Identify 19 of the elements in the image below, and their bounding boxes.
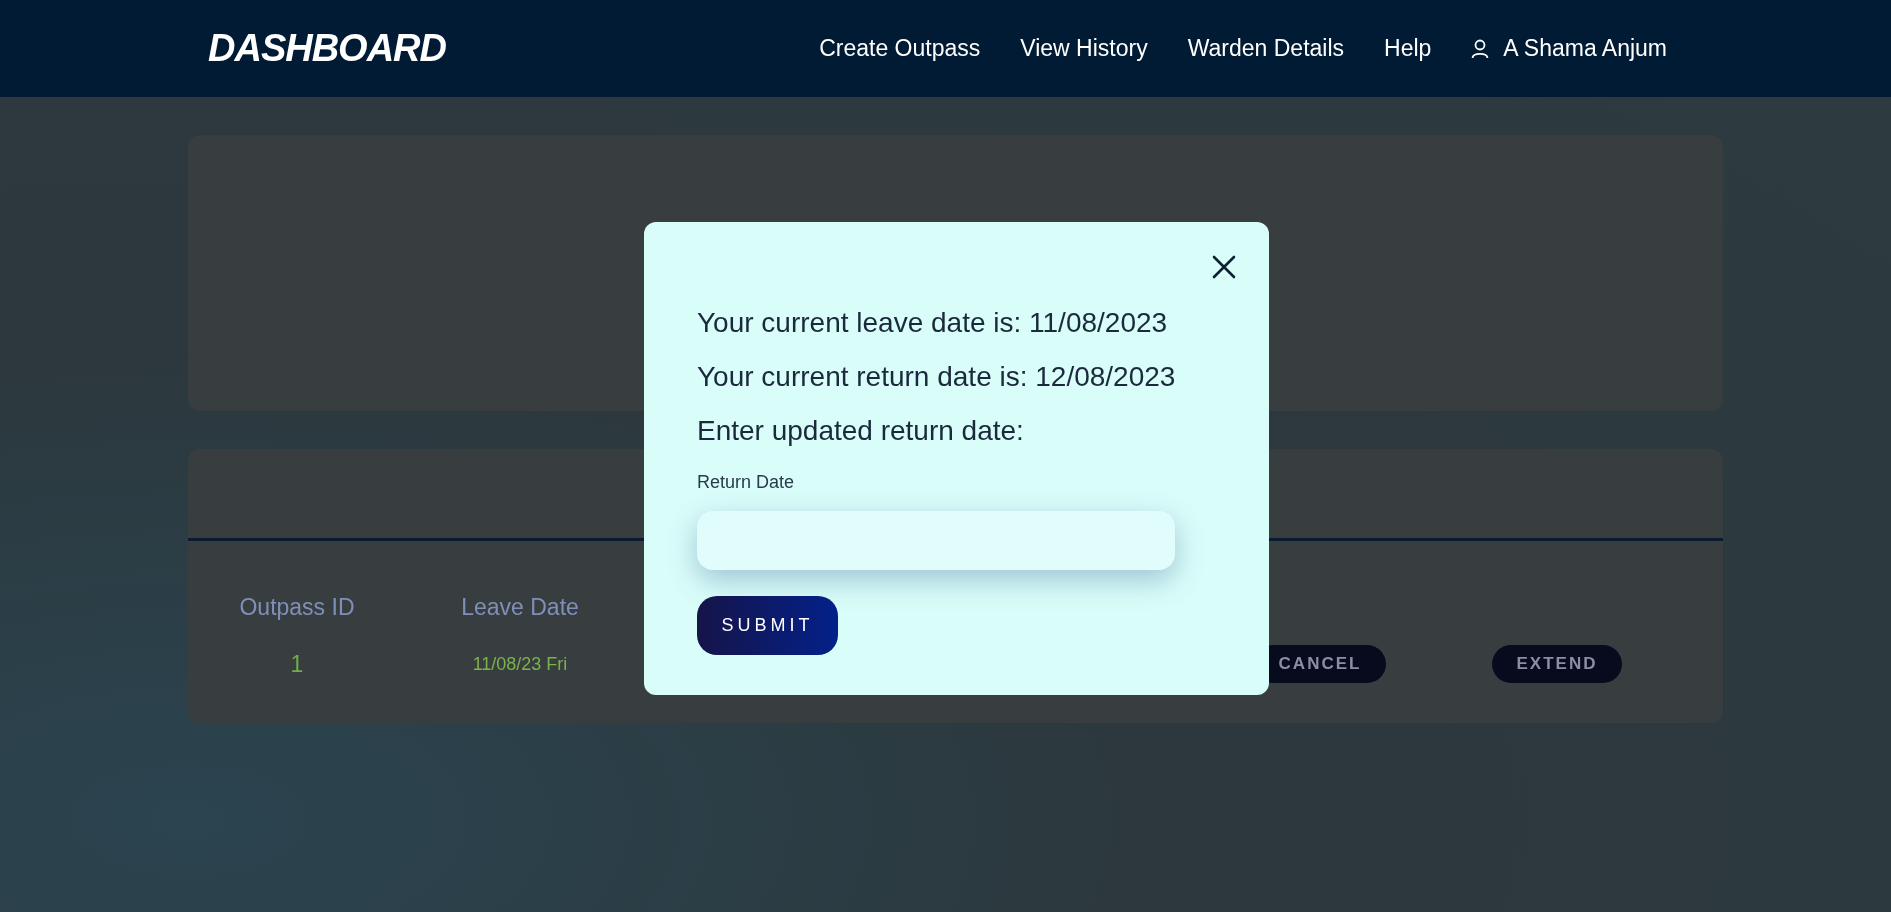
table-cell-text: 1	[289, 650, 305, 678]
nav-link[interactable]: Create Outpass	[819, 35, 981, 62]
user-link[interactable]: A Shama Anjum	[1471, 35, 1667, 62]
nav-link[interactable]: View History	[1020, 35, 1148, 62]
close-icon[interactable]	[1212, 255, 1236, 279]
input-field[interactable]	[697, 511, 1175, 570]
nav-link[interactable]: Warden Details	[1187, 35, 1345, 62]
column-header: Outpass ID	[238, 594, 356, 621]
field-label: Return Date	[697, 472, 795, 493]
modal-text: Your current leave date is: 11/08/2023	[697, 306, 1168, 340]
table-cell-text: 11/08/23 Fri	[471, 653, 569, 675]
column-header: Leave Date	[460, 594, 580, 621]
modal-text: Enter updated return date:	[697, 414, 1024, 448]
modal-text: Your current return date is: 12/08/2023	[697, 360, 1176, 394]
nav-link[interactable]: Help	[1384, 35, 1432, 62]
submit-button[interactable]: SUBMIT	[697, 596, 838, 655]
dashboard-logo: DASHBOARD	[208, 27, 446, 70]
user-icon	[1471, 38, 1490, 59]
action-button[interactable]: EXTEND	[1491, 645, 1623, 683]
